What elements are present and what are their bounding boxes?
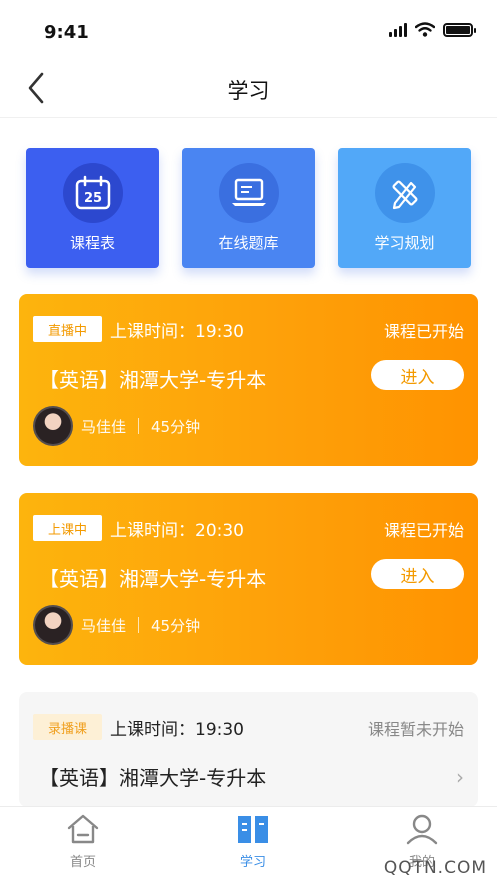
course-status: 课程已开始 <box>383 521 464 540</box>
teacher-info: 马佳佳 45分钟 <box>33 605 200 645</box>
user-icon <box>406 814 438 845</box>
course-card-in-class[interactable]: 上课中 上课时间：20:30 课程已开始 【英语】湘潭大学-专升本 进入 马佳佳… <box>19 493 478 665</box>
status-badge: 录播课 <box>33 714 102 740</box>
course-card-live[interactable]: 直播中 上课时间：19:30 课程已开始 【英语】湘潭大学-专升本 进入 马佳佳… <box>19 294 478 466</box>
watermark: QQTN.COM <box>383 858 487 878</box>
tile-label: 在线题库 <box>218 234 279 252</box>
teacher-name: 马佳佳 <box>81 616 127 635</box>
book-icon <box>238 816 268 843</box>
divider <box>138 418 140 434</box>
battery-icon <box>443 22 476 37</box>
wifi-icon <box>415 22 435 37</box>
enter-button[interactable]: 进入 <box>371 559 464 589</box>
course-time: 上课时间：19:30 <box>110 322 244 342</box>
course-card-recorded[interactable]: 录播课 上课时间：19:30 课程暂未开始 【英语】湘潭大学-专升本 › <box>19 692 478 807</box>
svg-text:25: 25 <box>84 191 102 206</box>
tile-label: 课程表 <box>69 234 115 252</box>
course-status: 课程已开始 <box>383 322 464 341</box>
tab-label: 学习 <box>239 855 266 870</box>
tile-schedule[interactable]: 25 课程表 <box>26 148 159 268</box>
tab-home[interactable]: 首页 <box>33 813 133 870</box>
status-bar: 9:41 <box>0 0 497 60</box>
teacher-info: 马佳佳 45分钟 <box>33 406 200 446</box>
calendar-icon: 25 <box>63 163 123 223</box>
course-time: 上课时间：20:30 <box>110 521 244 541</box>
pencil-ruler-icon <box>375 163 435 223</box>
course-title: 【英语】湘潭大学-专升本 <box>39 567 267 591</box>
course-status: 课程暂未开始 <box>367 720 464 739</box>
course-title: 【英语】湘潭大学-专升本 <box>39 368 267 392</box>
page-title: 学习 <box>227 79 270 103</box>
teacher-name: 马佳佳 <box>81 417 127 436</box>
enter-button[interactable]: 进入 <box>371 360 464 390</box>
course-duration: 45分钟 <box>151 417 201 436</box>
home-icon <box>67 814 99 844</box>
course-time: 上课时间：19:30 <box>110 720 244 740</box>
course-title: 【英语】湘潭大学-专升本 <box>39 766 267 790</box>
tab-label: 首页 <box>69 855 96 870</box>
avatar <box>33 605 73 645</box>
laptop-icon <box>219 163 279 223</box>
status-time: 9:41 <box>44 22 89 43</box>
feature-tiles: 25 课程表 在线题库 学习规划 <box>26 148 471 268</box>
course-duration: 45分钟 <box>151 616 201 635</box>
status-badge: 直播中 <box>33 316 102 342</box>
status-badge: 上课中 <box>33 515 102 541</box>
avatar <box>33 406 73 446</box>
chevron-right-icon[interactable]: › <box>456 765 464 789</box>
tile-label: 学习规划 <box>374 234 435 252</box>
status-icons <box>389 22 476 37</box>
tab-study[interactable]: 学习 <box>203 813 303 870</box>
tile-question-bank[interactable]: 在线题库 <box>182 148 315 268</box>
signal-icon <box>389 22 407 37</box>
nav-header: 学习 <box>0 60 497 118</box>
tile-study-plan[interactable]: 学习规划 <box>338 148 471 268</box>
divider <box>138 617 140 633</box>
